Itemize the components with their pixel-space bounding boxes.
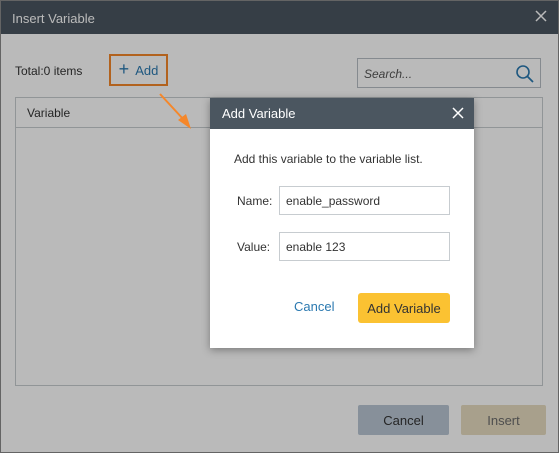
modal-cancel-button[interactable]: Cancel: [294, 299, 334, 314]
annotation-arrow-icon: [159, 93, 191, 129]
name-label: Name:: [237, 194, 273, 208]
modal-title: Add Variable: [222, 106, 296, 121]
close-icon[interactable]: [451, 106, 465, 120]
add-variable-modal: Add Variable Add this variable to the va…: [210, 98, 474, 348]
add-variable-button[interactable]: Add Variable: [358, 293, 450, 323]
value-input[interactable]: [279, 232, 450, 261]
modal-titlebar: Add Variable: [210, 98, 474, 129]
name-input[interactable]: [279, 186, 450, 215]
value-label: Value:: [237, 240, 271, 254]
modal-description: Add this variable to the variable list.: [234, 152, 423, 166]
